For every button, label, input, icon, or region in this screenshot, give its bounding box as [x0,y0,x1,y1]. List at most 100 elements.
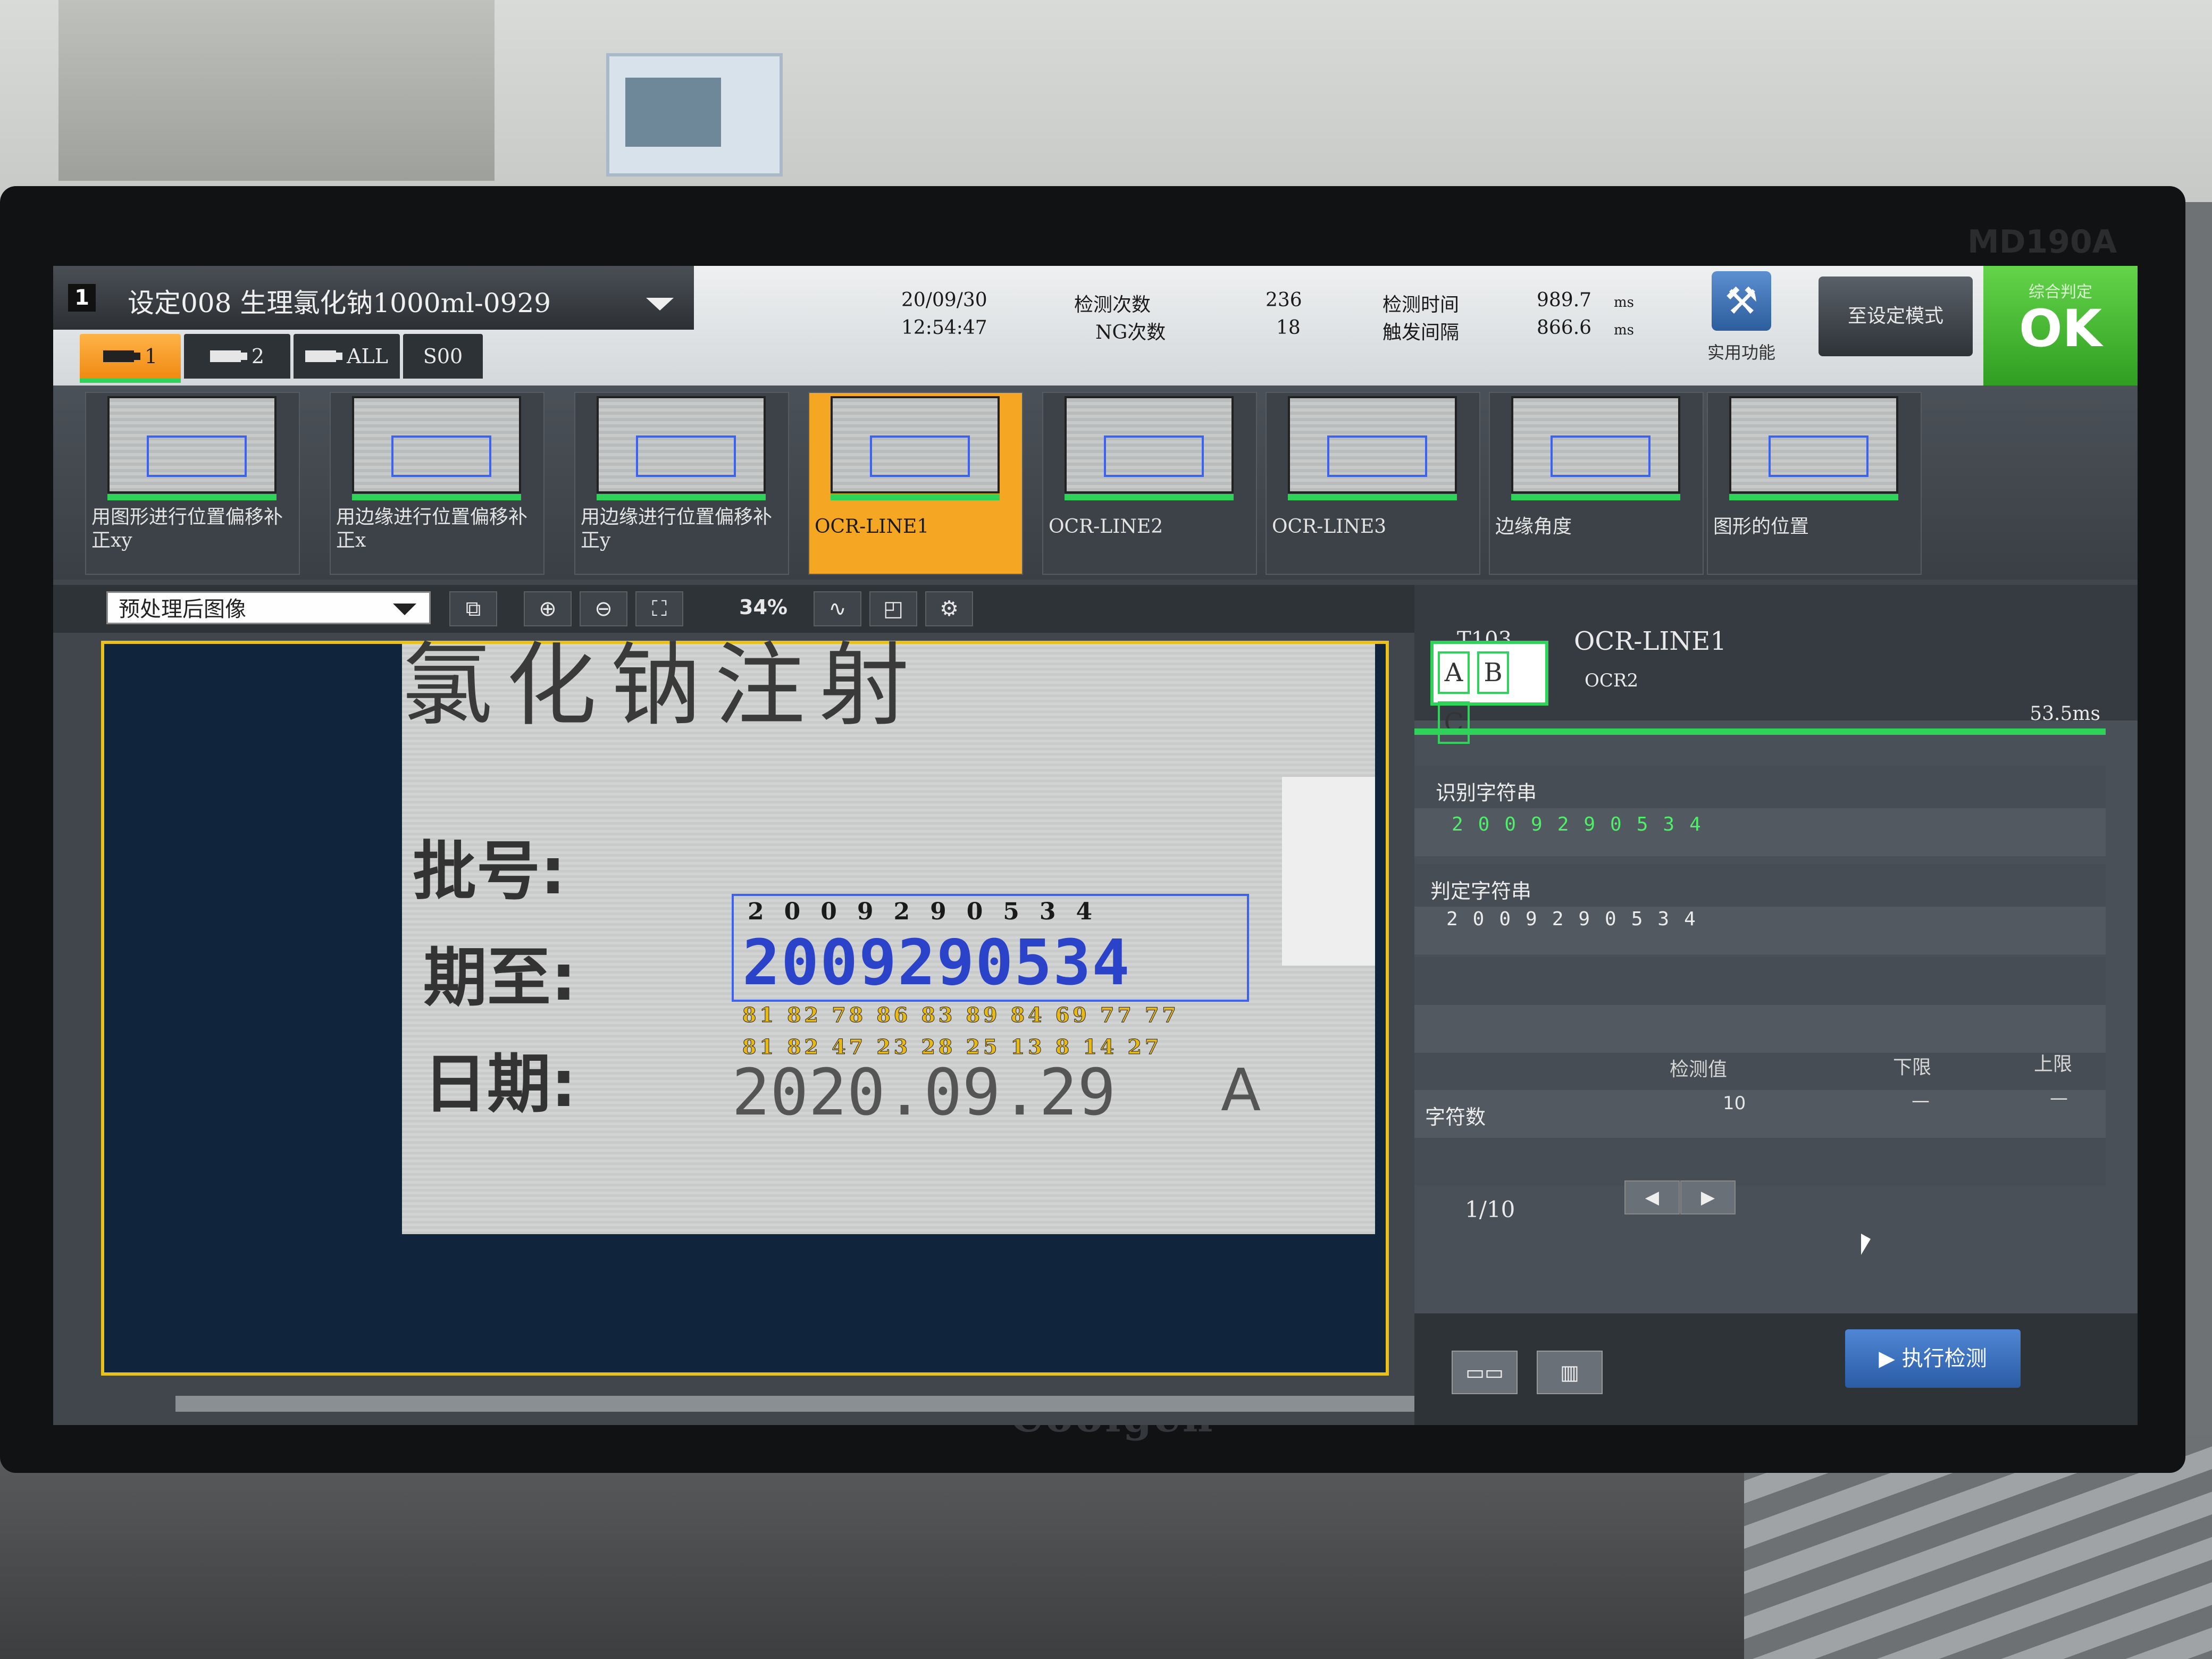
ng-count: 18 [1276,317,1301,339]
thumbnail-caption: OCR-LINE1 [815,516,929,538]
image-viewer[interactable]: 氯化钠注射 批号: 期至: 日期: 2009290534 2009290534 … [101,633,1389,1376]
mouse-cursor-icon [1861,1234,1871,1255]
thumbnail-tool[interactable]: 用边缘进行位置偏移补正x [330,392,544,575]
screen: 1 设定008 生理氯化钠1000ml-0929 1 2 ALL S00 20/… [53,266,2138,1425]
setting-number: 1 [68,284,96,312]
thumbnail-caption: OCR-LINE2 [1049,516,1163,538]
setting-selector[interactable]: 1 设定008 生理氯化钠1000ml-0929 [53,266,694,330]
camera-icon [103,350,140,362]
ocr-recognized-digits: 2009290534 [748,898,1113,925]
execute-label: 执行检测 [1901,1346,1987,1371]
tool-thumbnail-strip: 用图形进行位置偏移补正xy 用边缘进行位置偏移补正x 用边缘进行位置偏移补正y … [53,386,2138,580]
camera-tab-s00[interactable]: S00 [403,334,483,379]
ocr-abc-icon: A BC [1430,641,1548,744]
thumbnail-caption: 图形的位置 [1713,516,1809,538]
unit-ms: ms [1614,295,1634,311]
tools-icon: ⚒ [1712,271,1771,331]
image-settings-icon[interactable]: ⚙ [925,591,973,626]
thumbnail-tool[interactable]: 边缘角度 [1489,392,1704,575]
utility-button[interactable]: ⚒ 实用功能 [1702,271,1781,378]
recognized-label: 识别字符串 [1436,781,1537,805]
doc-production-date: 2020.09.29 [732,1056,1116,1130]
settings-mode-button[interactable]: 至设定模式 [1819,276,1973,356]
background-machine [58,0,495,181]
thumbnail-tool[interactable]: 用边缘进行位置偏移补正y [574,392,789,575]
date: 20/09/30 [901,289,987,311]
execute-inspection-button[interactable]: ▶ 执行检测 [1845,1329,2021,1388]
setting-name: 设定008 生理氯化钠1000ml-0929 [128,288,551,319]
inspect-time-label: 检测时间 [1382,294,1460,316]
chart-view-icon[interactable]: ▥ [1537,1351,1603,1394]
thumbnail-image [1288,396,1457,493]
next-page-button[interactable]: ▶ [1680,1180,1736,1214]
image-mode-value: 预处理后图像 [119,597,246,622]
thumbnail-tool-active[interactable]: OCR-LINE1 [808,392,1023,575]
camera-tab-label: 1 [144,345,158,368]
col-measured: 检测值 [1670,1059,1728,1080]
thumbnail-caption: 用边缘进行位置偏移补正y [581,506,773,551]
char-count-measured: 10 [1723,1093,1746,1114]
thumbnail-tool[interactable]: 图形的位置 [1707,392,1922,575]
ocr-scores-row-1: 81 82 78 86 83 89 84 69 77 77 [742,1003,1179,1027]
inspect-count: 236 [1266,289,1302,311]
thumbnail-image [352,396,521,493]
tool-time: 53.5ms [2030,703,2100,725]
doc-label-batch: 批号: [413,835,566,909]
camera-icon [210,350,247,362]
camera-tab-2[interactable]: 2 [184,334,290,379]
monitor-model: MD190A [1967,223,2117,261]
ocr-printed-digits: 2009290534 [742,926,1131,999]
recognized-value: 2009290534 [1452,814,1716,835]
doc-label-expiry: 期至: [423,941,576,1015]
play-icon: ▶ [1879,1346,1902,1371]
time: 12:54:47 [901,317,987,339]
thumbnail-tool[interactable]: OCR-LINE2 [1042,392,1257,575]
thumbnail-tool[interactable]: OCR-LINE3 [1266,392,1480,575]
doc-letter: A [1221,1056,1261,1124]
char-count-upper: — [2050,1087,2068,1109]
judge-label: 判定字符串 [1430,879,1532,903]
camera-tab-1[interactable]: 1 [80,334,181,383]
tool-type: OCR2 [1585,670,1639,691]
page-indicator: 1/10 [1465,1196,1515,1222]
thumbnail-image [1729,396,1898,493]
horizontal-scrollbar[interactable] [175,1396,1414,1412]
col-upper: 上限 [2034,1053,2073,1075]
col-lower: 下限 [1893,1057,1932,1078]
unit-ms: ms [1614,322,1634,338]
list-view-icon[interactable]: ▭▭ [1452,1351,1518,1394]
judge-value: 2009290534 [1446,908,1711,930]
char-count-lower: — [1912,1090,1930,1111]
prev-page-button[interactable]: ◀ [1624,1180,1680,1214]
inspect-time: 989.7 [1537,289,1592,311]
overall-result-value: OK [2019,299,2102,358]
camera-tab-label: ALL [347,345,388,368]
trigger-interval: 866.6 [1537,317,1592,339]
camera-tab-all[interactable]: ALL [294,334,400,379]
result-panel: T103 A BC OCR-LINE1 OCR2 53.5ms 识别字符串 200… [1414,585,2138,1425]
white-patch [1282,777,1375,966]
camera-icon [305,350,343,362]
tool-status-bar [1414,728,2106,735]
camera-tabs: 1 2 ALL S00 [80,334,483,383]
captured-image: 氯化钠注射 批号: 期至: 日期: 2009290534 2009290534 … [402,633,1375,1234]
ocr-scores-row-2: 81 82 47 23 28 25 13 8 14 27 [742,1035,1162,1059]
char-count-row [1414,1090,2106,1138]
doc-label-date: 日期: [423,1048,576,1121]
thumbnail-tool[interactable]: 用图形进行位置偏移补正xy [85,392,300,575]
inspect-count-label: 检测次数 [1074,294,1151,316]
header-bar: 1 设定008 生理氯化钠1000ml-0929 1 2 ALL S00 20/… [53,266,2138,386]
thumbnail-image [1511,396,1680,493]
image-mode-select[interactable]: 预处理后图像 [106,591,431,624]
thumbnail-image [1065,396,1234,493]
utility-label: 实用功能 [1707,342,1775,363]
thumbnail-caption: OCR-LINE3 [1272,516,1387,538]
doc-header-text: 氯化钠注射 [402,633,924,739]
tool-name: OCR-LINE1 [1574,626,1727,656]
camera-tab-label: S00 [423,345,463,368]
chevron-down-icon[interactable] [646,298,674,311]
thumbnail-image [597,396,766,493]
thumbnail-caption: 用图形进行位置偏移补正xy [91,506,283,551]
background-wall [0,0,2212,202]
overall-result: 综合判定 OK [1983,266,2138,386]
